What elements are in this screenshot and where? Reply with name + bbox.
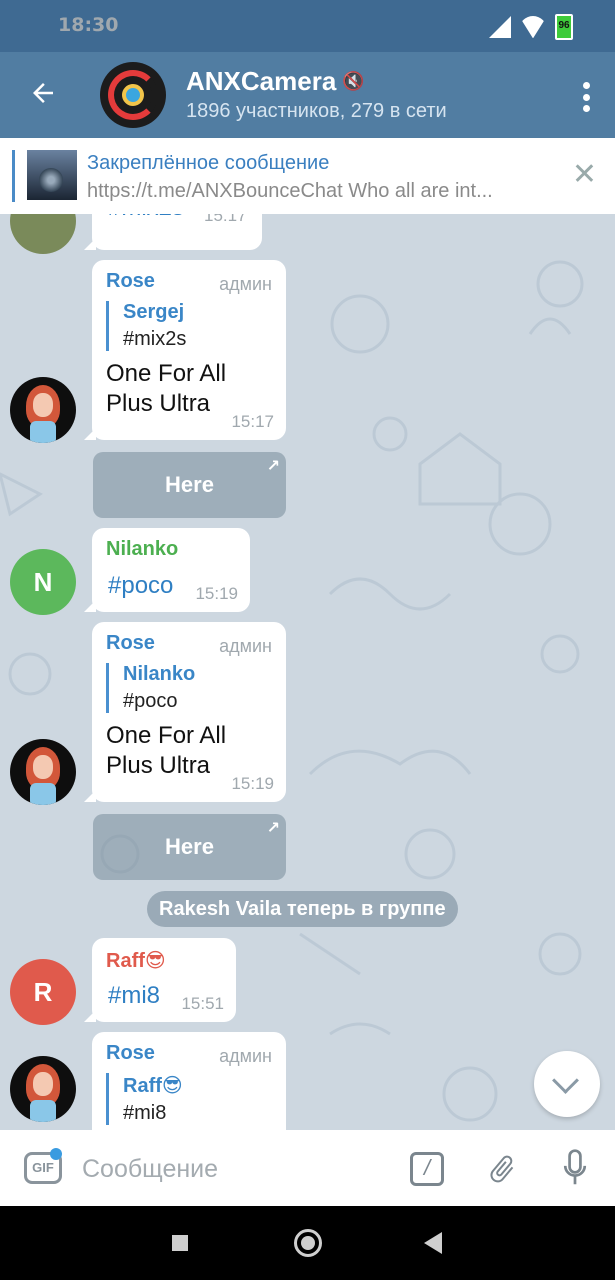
inline-button-here[interactable]: Here ↗	[93, 452, 286, 518]
group-avatar[interactable]	[100, 62, 166, 128]
admin-badge: админ	[219, 1046, 272, 1066]
message-bubble[interactable]: #mix2s 15:17	[84, 214, 262, 250]
bot-command-icon[interactable]: /	[410, 1152, 444, 1186]
message-time: 15:17	[231, 412, 274, 431]
sender-name[interactable]: Nilanko	[106, 538, 236, 561]
reply-quote[interactable]: Sergej #mix2s	[106, 301, 272, 351]
reply-text: #mix2s	[123, 328, 187, 350]
message-bubble[interactable]: Raff😎 #mi8 15:51	[84, 938, 236, 1022]
avatar-rose[interactable]	[10, 739, 76, 805]
message-composer: GIF /	[0, 1130, 615, 1206]
reply-text: #mi8	[123, 1102, 167, 1124]
status-time: 18:30	[58, 14, 119, 36]
service-message: Rakesh Vaila теперь в группе	[147, 891, 458, 927]
chat-title[interactable]: ANXCamera 🔇	[186, 66, 365, 97]
sender-name[interactable]: Raff😎	[106, 948, 222, 973]
muted-icon: 🔇	[342, 71, 365, 91]
signal-icon	[489, 16, 511, 38]
chat-area[interactable]: #mix2s 15:17 Rose админ Sergej #mix2s On…	[0, 214, 615, 1130]
message-time: 15:17	[204, 214, 247, 225]
message-bubble[interactable]: Rose админ Sergej #mix2s One For All Plu…	[84, 260, 286, 440]
chat-title-text: ANXCamera	[186, 66, 337, 96]
close-icon[interactable]: ✕	[572, 160, 597, 190]
microphone-icon[interactable]	[562, 1148, 588, 1188]
avatar-nilanko[interactable]: N	[10, 549, 76, 615]
chat-members-count: 1896 участников, 279 в сети	[186, 100, 447, 122]
hashtag-link[interactable]: #mix2s	[108, 214, 184, 222]
pinned-title: Закреплённое сообщение	[87, 152, 330, 174]
hashtag-link[interactable]: #poco	[108, 572, 173, 600]
pinned-text: https://t.me/ANXBounceChat Who all are i…	[87, 180, 493, 202]
message-text: One For All Plus Ultra	[106, 360, 227, 417]
message-bubble[interactable]: Rose админ Nilanko #poco One For All Plu…	[84, 622, 286, 802]
reply-sender: Raff😎	[123, 1075, 183, 1097]
message-time: 15:19	[195, 584, 238, 603]
message-time: 15:51	[181, 994, 224, 1013]
reply-sender: Nilanko	[123, 663, 196, 685]
system-nav-bar	[0, 1206, 615, 1280]
reply-quote[interactable]: Raff😎 #mi8	[106, 1073, 272, 1125]
back-arrow-icon[interactable]	[28, 78, 58, 108]
home-icon[interactable]	[294, 1229, 322, 1257]
admin-badge: админ	[219, 636, 272, 656]
attach-icon[interactable]	[486, 1152, 518, 1186]
inline-button-here[interactable]: Here ↗	[93, 814, 286, 880]
status-bar: 18:30 96	[0, 0, 615, 52]
avatar-rose[interactable]	[10, 377, 76, 443]
hashtag-link[interactable]: #mi8	[108, 982, 160, 1010]
chat-header: ANXCamera 🔇 1896 участников, 279 в сети	[0, 52, 615, 138]
more-menu-icon[interactable]	[583, 82, 591, 112]
admin-badge: админ	[219, 274, 272, 294]
recents-icon[interactable]	[172, 1235, 188, 1251]
reply-quote[interactable]: Nilanko #poco	[106, 663, 272, 713]
message-bubble[interactable]: Rose админ Raff😎 #mi8	[92, 1032, 286, 1130]
notification-dot	[50, 1148, 62, 1160]
scroll-down-button[interactable]	[534, 1051, 600, 1117]
pinned-thumbnail	[27, 150, 77, 200]
battery-icon: 96	[555, 14, 573, 40]
message-text: One For All Plus Ultra	[106, 722, 227, 779]
nav-back-icon[interactable]	[424, 1232, 442, 1254]
wifi-icon	[519, 16, 547, 38]
reply-text: #poco	[123, 690, 178, 712]
message-input[interactable]	[82, 1152, 382, 1186]
message-time: 15:19	[231, 774, 274, 793]
pinned-message[interactable]: Закреплённое сообщение https://t.me/ANXB…	[0, 138, 615, 214]
reply-sender: Sergej	[123, 301, 185, 323]
message-bubble[interactable]: Nilanko #poco 15:19	[84, 528, 250, 612]
avatar-raff[interactable]: R	[10, 959, 76, 1025]
avatar-rose[interactable]	[10, 1056, 76, 1122]
